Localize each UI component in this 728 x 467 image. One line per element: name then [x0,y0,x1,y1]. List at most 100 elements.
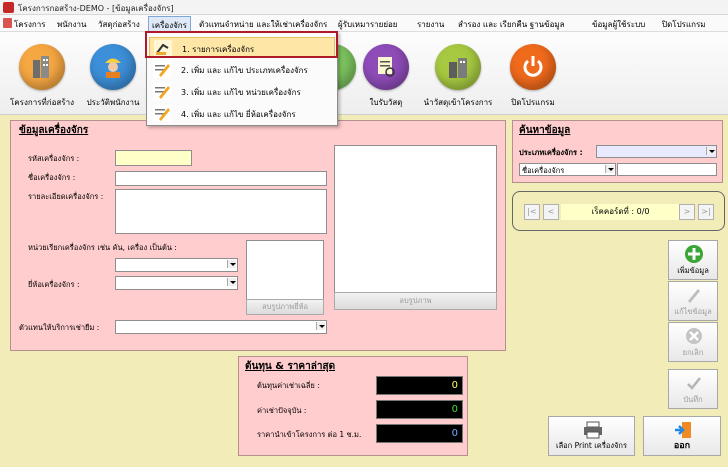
exit-button-label: ออก [673,441,691,451]
menu-item-label: 2. เพิ่ม และ แก้ไข ประเภทเครื่องจักร [181,66,308,75]
toolbar-employees-label: ประวัติพนักงาน [86,98,140,107]
print-button-label: เลือก Print เครื่องจักร [556,441,627,450]
toolbar-materials-label: นำวัสดุเข้าโครงการ [423,98,493,107]
menu-dealers[interactable]: ตัวแทนจำหน่าย และให้เช่าเครื่องจักร [199,18,327,31]
form-title: ข้อมูลเครื่องจักร [19,125,89,136]
cancel-button-label: ยกเลิก [682,348,704,357]
cost-panel: ต้นทุน & ราคาล่าสุด ต้นทุนค่าเช่าเฉลี่ย … [238,356,468,456]
toolbar-receipt-label: ใบรับวัสดุ [369,98,403,107]
detail-textarea[interactable] [115,189,327,234]
detail-label: รายละเอียดเครื่องจักร : [28,192,104,201]
edit-button-label: แก้ไขข้อมูล [674,307,712,316]
receipt-icon [363,44,409,90]
buildings-icon [19,44,65,90]
save-button[interactable]: บันทึก [668,369,718,409]
agent-select[interactable] [115,320,327,334]
menu-materials[interactable]: วัสดุก่อสร้าง [98,18,140,31]
toolbar: โครงการที่ก่อสร้าง ประวัติพนักงาน อ ใบรั… [0,32,728,115]
menu-item-machine-types[interactable]: 2. เพิ่ม และ แก้ไข ประเภทเครื่องจักร [149,59,335,80]
title-bar: โครงการกอสร้าง-DEMO - [ข้อมูลเครื่องจักร… [0,0,728,15]
avg-cost-value: 0 [376,376,463,395]
current-cost-value: 0 [376,400,463,419]
highlight-frame [145,31,338,58]
name-label: ชื่อเครื่องจักร : [28,173,76,182]
menu-item-label: 4. เพิ่ม และ แก้ไข ยี่ห้อเครื่องจักร [181,110,296,119]
brand-image [246,240,324,300]
code-input[interactable] [115,150,192,166]
search-input[interactable] [617,163,717,176]
toolbar-receipt-button[interactable]: ใบรับวัสดุ [356,44,416,114]
materials-icon [435,44,481,90]
plus-icon [685,245,703,263]
app-icon [3,2,14,13]
chevron-down-icon [316,322,325,330]
project-cost-label: ราคานำเข้าโครงการ ต่อ 1 ช.ม. [257,430,362,439]
code-label: รหัสเครื่องจักร : [28,154,80,163]
menu-employee[interactable]: พนักงาน [57,18,86,31]
menu-close-program[interactable]: ปิดโปรแกรม [662,18,706,31]
edit-icon [153,105,171,122]
search-field-select[interactable]: ชื่อเครื่องจักร [519,163,616,176]
pencil-icon [688,289,700,303]
close-icon [686,328,702,344]
unit-select[interactable] [115,258,238,272]
add-button-label: เพิ่มข้อมูล [677,266,709,275]
toolbar-projects-button[interactable]: โครงการที่ก่อสร้าง [10,44,74,114]
menu-project[interactable]: โครงการ [14,18,45,31]
menu-backup-restore[interactable]: สำรอง และ เรียกคืน ฐานข้อมูล [458,18,565,31]
agent-label: ตัวแทนให้บริการเช่ายืม : [19,323,100,332]
edit-button[interactable]: แก้ไขข้อมูล [668,281,718,321]
toolbar-employees-button[interactable]: ประวัติพนักงาน [83,44,143,114]
menu-subcontractors[interactable]: ผู้รับเหมารายย่อย [338,18,398,31]
checkmark-icon [687,377,701,390]
machine-form-panel: ข้อมูลเครื่องจักร รหัสเครื่องจักร : ชื่อ… [10,120,506,351]
menu-item-machine-brands[interactable]: 4. เพิ่ม และ แก้ไข ยี่ห้อเครื่องจักร [149,103,335,124]
window-title: โครงการกอสร้าง-DEMO - [ข้อมูลเครื่องจักร… [18,4,174,13]
edit-icon [153,83,171,100]
printer-icon [584,421,602,439]
search-title: ค้นหาข้อมูล [519,125,571,136]
project-cost-value: 0 [376,424,463,443]
cancel-button[interactable]: ยกเลิก [668,322,718,362]
next-record-button[interactable]: > [679,204,695,220]
brand-label: ยี่ห้อเครื่องจักร : [28,280,80,289]
exit-button[interactable]: ออก [643,416,721,456]
machine-image [334,145,497,293]
chevron-down-icon [227,260,236,268]
edit-icon [153,61,171,78]
type-select[interactable] [596,145,717,158]
print-machine-button[interactable]: เลือก Print เครื่องจักร [548,416,635,456]
unit-label: หน่วยเรียกเครื่องจักร เช่น คัน, เครื่อง … [28,243,177,252]
avg-cost-label: ต้นทุนค่าเช่าเฉลี่ย : [257,381,320,390]
toolbar-projects-label: โครงการที่ก่อสร้าง [10,98,74,107]
add-button[interactable]: เพิ่มข้อมูล [668,240,718,280]
menu-user-info[interactable]: ข้อมูลผู้ใช้ระบบ [592,18,645,31]
menu-item-machine-units[interactable]: 3. เพิ่ม และ แก้ไข หน่วยเครื่องจักร [149,81,335,102]
brand-select[interactable] [115,276,238,290]
worker-icon [90,44,136,90]
exit-door-icon [675,422,691,438]
toolbar-materials-button[interactable]: นำวัสดุเข้าโครงการ [424,44,492,114]
save-button-label: บันทึก [683,395,703,404]
toolbar-close-button[interactable]: ปิดโปรแกรม [503,44,563,114]
toolbar-close-label: ปิดโปรแกรม [511,98,555,107]
delete-image-button[interactable]: ลบรูปภาพ [334,292,497,310]
record-navigator: |< < เร็คคอร์ดที่ : 0/0 > >| [512,191,725,231]
menu-reports[interactable]: รายงาน [417,18,444,31]
prev-record-button[interactable]: < [543,204,559,220]
last-record-button[interactable]: >| [698,204,714,220]
current-cost-label: ค่าเช่าปัจจุบัน : [257,406,307,415]
cost-title: ต้นทุน & ราคาล่าสุด [245,361,336,372]
chevron-down-icon [605,165,614,173]
search-panel: ค้นหาข้อมูล ประเภทเครื่องจักร : ชื่อเครื… [512,120,723,183]
power-icon [510,44,556,90]
system-menu-icon[interactable] [3,18,12,28]
chevron-down-icon [227,278,236,286]
menu-item-label: 3. เพิ่ม และ แก้ไข หน่วยเครื่องจักร [181,88,301,97]
name-input[interactable] [115,171,327,186]
first-record-button[interactable]: |< [524,204,540,220]
menu-machinery[interactable]: เครื่องจักร [148,16,191,32]
record-indicator: เร็คคอร์ดที่ : 0/0 [561,204,680,220]
search-field-value: ชื่อเครื่องจักร [522,166,565,175]
delete-brand-image-button[interactable]: ลบรูปภาพยี่ห้อ [246,299,324,315]
